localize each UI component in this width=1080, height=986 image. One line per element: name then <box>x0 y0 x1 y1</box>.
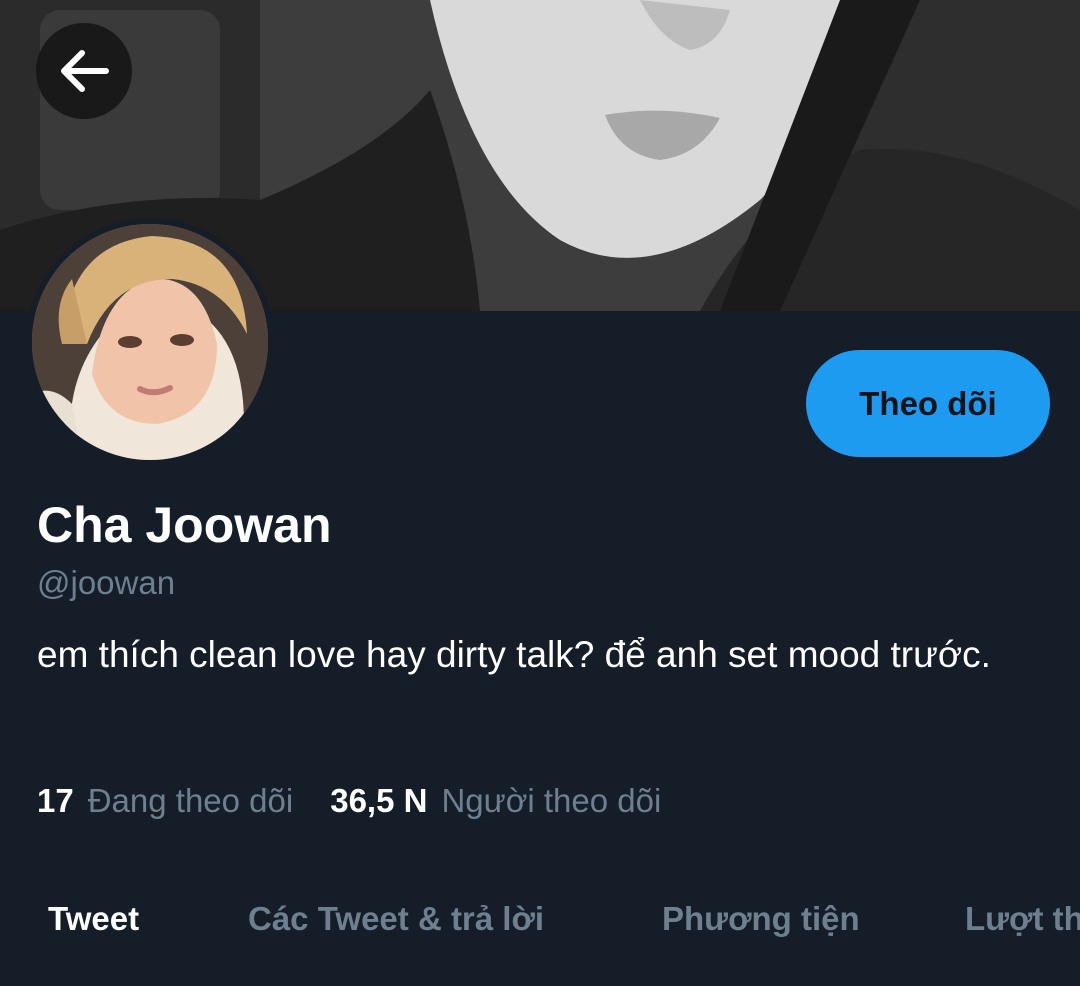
tab-tweets[interactable]: Tweet <box>48 900 139 938</box>
tab-media[interactable]: Phương tiện <box>662 900 860 938</box>
following-stat[interactable]: 17 Đang theo dõi <box>37 782 293 820</box>
avatar-image <box>32 224 268 460</box>
following-label: Đang theo dõi <box>87 782 294 819</box>
followers-count: 36,5 N <box>330 782 428 819</box>
arrow-left-icon <box>61 50 109 92</box>
following-count: 17 <box>37 782 74 819</box>
profile-stats: 17 Đang theo dõi 36,5 N Người theo dõi <box>37 782 661 820</box>
followers-stat[interactable]: 36,5 N Người theo dõi <box>330 782 661 820</box>
back-button[interactable] <box>36 23 132 119</box>
display-name: Cha Joowan <box>37 497 332 553</box>
profile-tabs: Tweet Các Tweet & trả lời Phương tiện Lư… <box>0 900 1080 960</box>
profile-avatar[interactable] <box>26 218 274 466</box>
follow-button[interactable]: Theo dõi <box>806 350 1050 457</box>
profile-bio: em thích clean love hay dirty talk? để a… <box>37 634 991 675</box>
tab-tweets-replies[interactable]: Các Tweet & trả lời <box>248 900 544 938</box>
tab-likes[interactable]: Lượt thích <box>965 900 1080 938</box>
followers-label: Người theo dõi <box>441 782 662 819</box>
profile-handle: @joowan <box>37 564 176 601</box>
